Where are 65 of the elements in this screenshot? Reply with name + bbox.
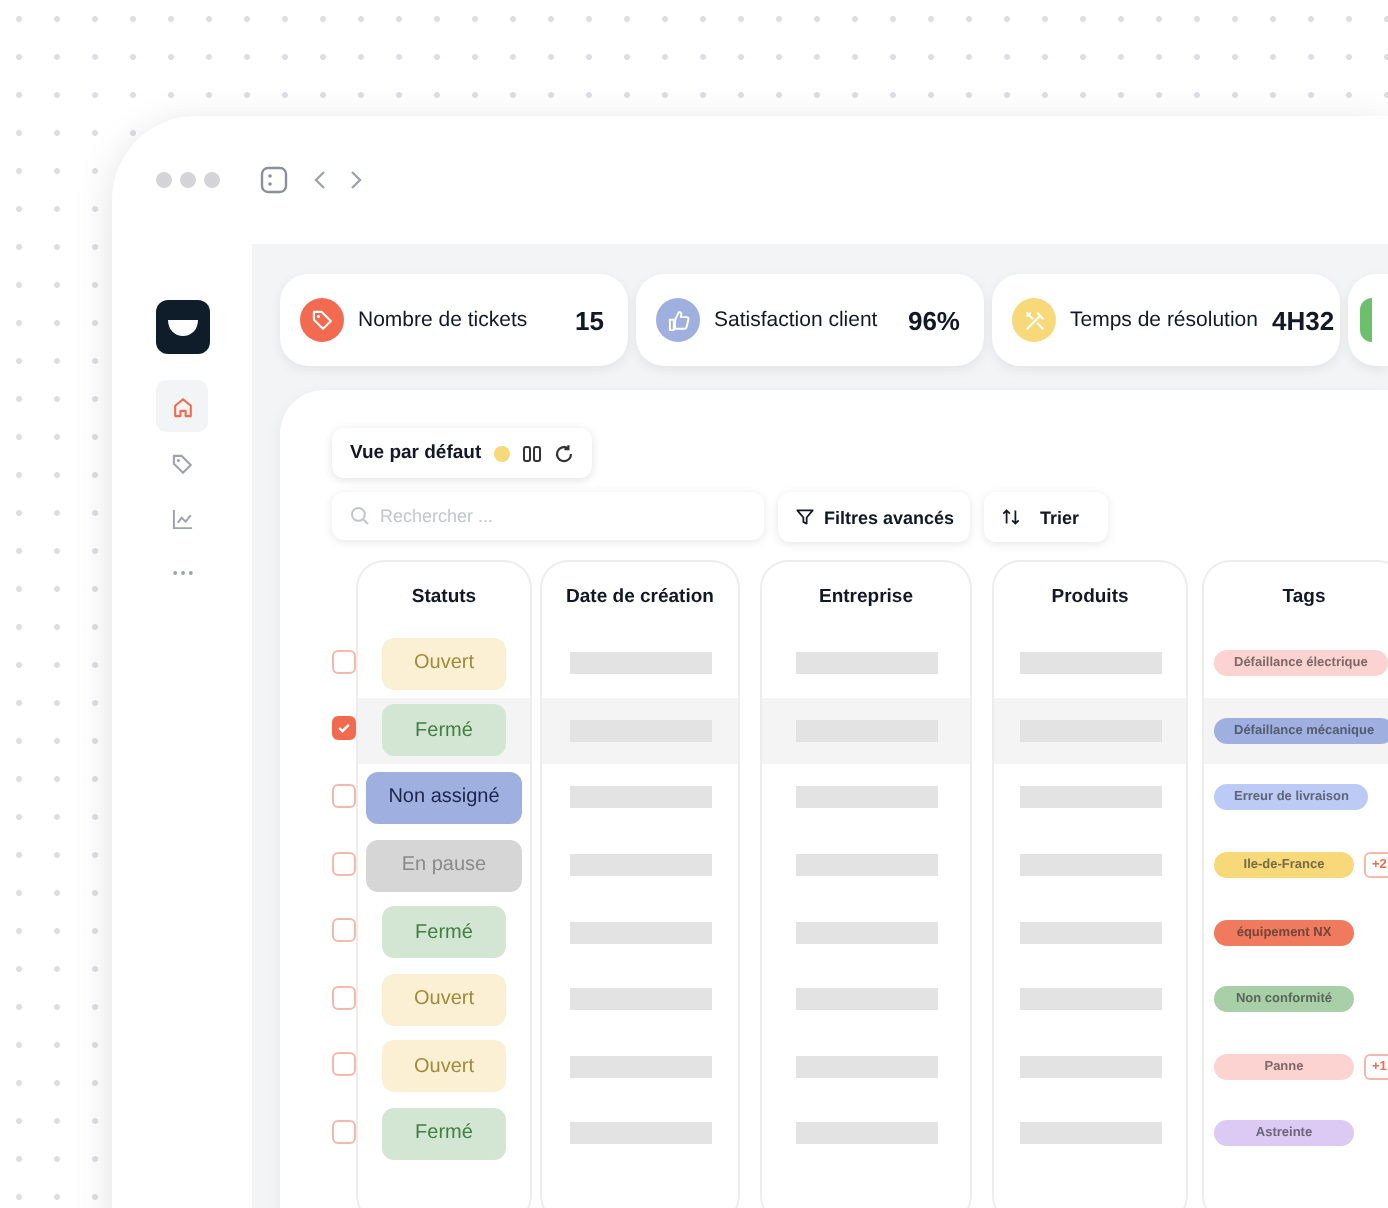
search-field[interactable]: Rechercher ... <box>332 492 764 540</box>
check-icon <box>336 720 352 737</box>
row-checkbox[interactable] <box>332 716 356 741</box>
stat-value: 4H32 <box>1271 305 1335 335</box>
placeholder-bar <box>795 921 937 944</box>
sort-icon <box>1000 506 1023 528</box>
placeholder-bar <box>569 921 711 944</box>
placeholder-bar <box>569 988 711 1011</box>
status-badge: En pause <box>366 839 522 892</box>
placeholder-bar <box>795 1122 937 1145</box>
stat-label: Nombre de tickets <box>358 308 530 332</box>
placeholder-bar <box>569 854 711 877</box>
placeholder-bar <box>1019 921 1161 944</box>
columns-icon[interactable] <box>521 443 542 463</box>
filter-button[interactable]: Filtres avancés <box>778 492 971 542</box>
placeholder-bar <box>569 652 711 675</box>
row-checkbox[interactable] <box>332 851 356 876</box>
placeholder-bar <box>1019 652 1161 675</box>
view-selector[interactable]: Vue par défaut <box>332 428 592 478</box>
status-badge: Ouvert <box>382 637 506 690</box>
column-header: Statuts <box>409 583 479 611</box>
placeholder-bar <box>795 1055 937 1078</box>
placeholder-bar <box>569 1122 711 1145</box>
status-badge: Fermé <box>382 1107 506 1160</box>
row-checkbox[interactable] <box>332 649 356 674</box>
status-dot-icon <box>493 445 510 461</box>
column-header: Entreprise <box>817 583 915 611</box>
status-badge: Non assigné <box>366 771 522 824</box>
placeholder-bar <box>1019 854 1161 877</box>
stat-value: 15 <box>575 305 604 335</box>
row-checkbox[interactable] <box>332 985 356 1010</box>
status-badge: Ouvert <box>382 973 506 1026</box>
status-badge: Fermé <box>382 906 506 959</box>
row-checkbox[interactable] <box>332 918 356 943</box>
placeholder-bar <box>1019 988 1161 1011</box>
placeholder-bar <box>569 786 711 809</box>
placeholder-bar <box>569 1055 711 1078</box>
row-checkbox[interactable] <box>332 1052 356 1077</box>
smile-logo-icon[interactable] <box>155 300 209 354</box>
refresh-icon[interactable] <box>553 443 574 463</box>
placeholder-bar <box>795 652 937 675</box>
column-header: Date de création <box>564 583 716 611</box>
placeholder-bar <box>795 854 937 877</box>
filter-icon <box>794 506 816 528</box>
window-controls-icon <box>156 172 220 188</box>
row-checkbox[interactable] <box>332 1119 356 1144</box>
sidebar-toggle-icon[interactable] <box>260 166 288 194</box>
stat-label: Temps de résolution <box>1070 308 1258 332</box>
placeholder-bar <box>1019 1122 1161 1145</box>
stat-label: Satisfaction client <box>714 308 880 332</box>
column-header: Produits <box>1049 583 1131 611</box>
home-nav-item[interactable] <box>156 380 208 432</box>
placeholder-bar <box>1019 786 1161 809</box>
placeholder-bar <box>795 988 937 1011</box>
status-badge: Fermé <box>382 704 506 757</box>
home-icon <box>169 393 195 419</box>
placeholder-bar <box>1019 1055 1161 1078</box>
sort-button[interactable]: Trier <box>984 492 1108 542</box>
column-header: Tags <box>1280 583 1328 611</box>
status-badge: Ouvert <box>382 1040 506 1093</box>
tag-icon <box>169 451 195 477</box>
chart-icon <box>169 505 195 531</box>
stat-value: 96% <box>907 305 960 335</box>
placeholder-bar <box>795 786 937 809</box>
row-checkbox[interactable] <box>332 783 356 808</box>
